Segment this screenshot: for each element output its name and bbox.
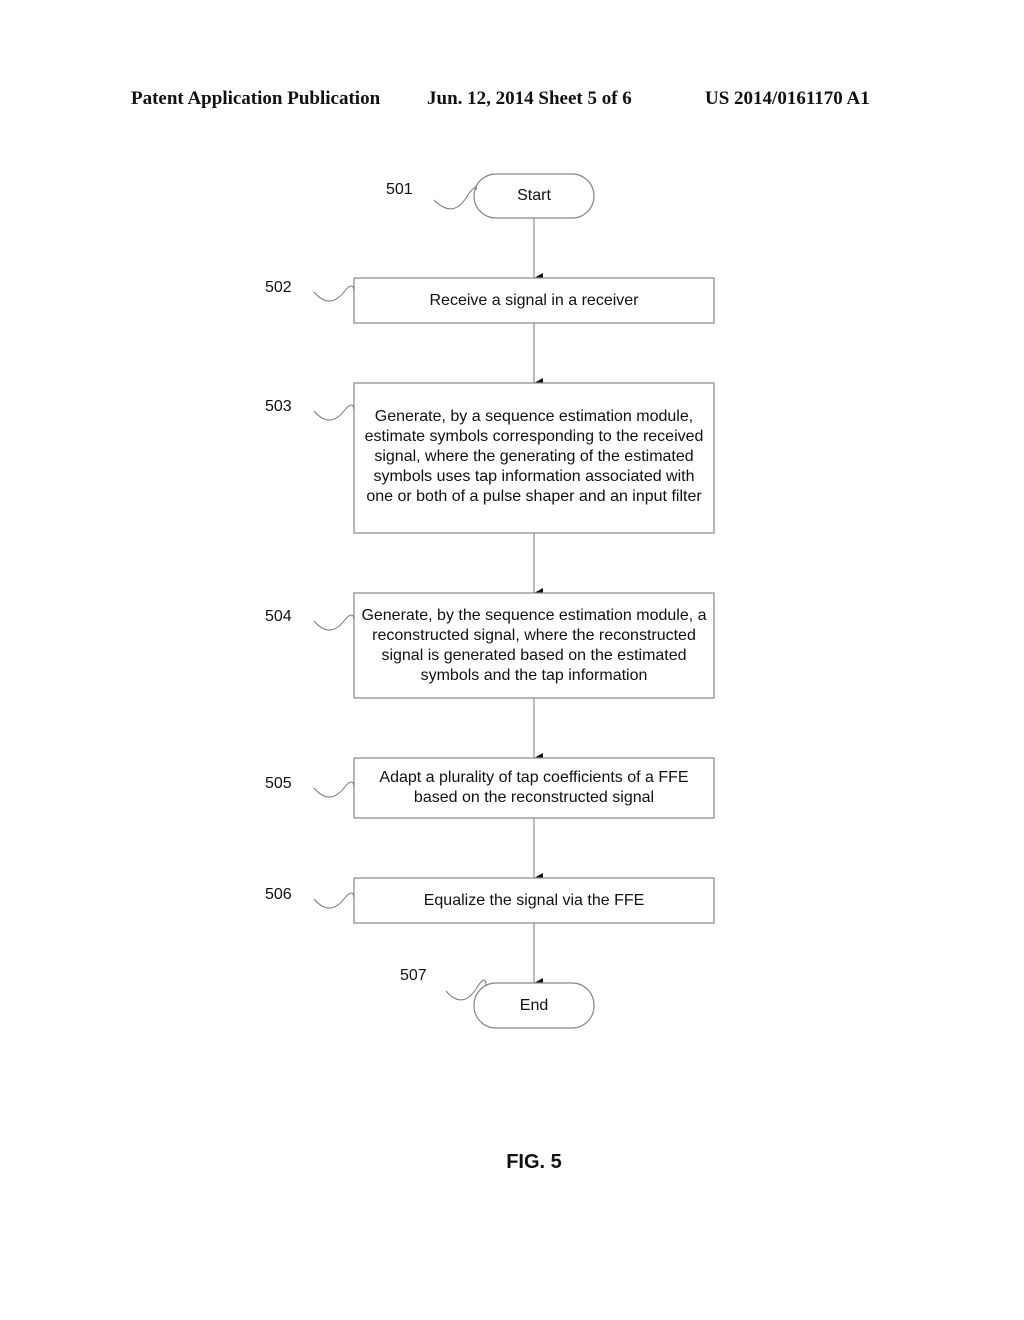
leader-501 [433,186,477,210]
ref-label-507: 507 [400,967,427,984]
ref-label-505: 505 [265,775,292,792]
ref-label-504: 504 [265,608,292,625]
figure-label: FIG. 5 [506,1151,562,1173]
node-507-text: End [519,996,549,1014]
leader-503 [313,404,355,421]
node-501-text: Start [517,187,551,204]
ref-label-506: 506 [265,886,292,903]
node-504-text: Generate, by the sequence estimation mod… [361,606,707,684]
ref-label-503: 503 [265,398,292,415]
node-506-text: Equalize the signal via the FFE [423,891,645,909]
leader-502 [313,285,355,302]
leader-505 [313,781,355,798]
node-505-text: Adapt a plurality of tap coefficients of… [379,769,689,806]
leader-504 [313,614,355,631]
leader-506 [313,892,355,909]
node-502-text: Receive a signal in a receiver [429,291,639,309]
node-503-text: Generate, by a sequence estimation modul… [364,408,704,505]
ref-label-501: 501 [386,181,413,198]
ref-label-502: 502 [265,279,292,296]
